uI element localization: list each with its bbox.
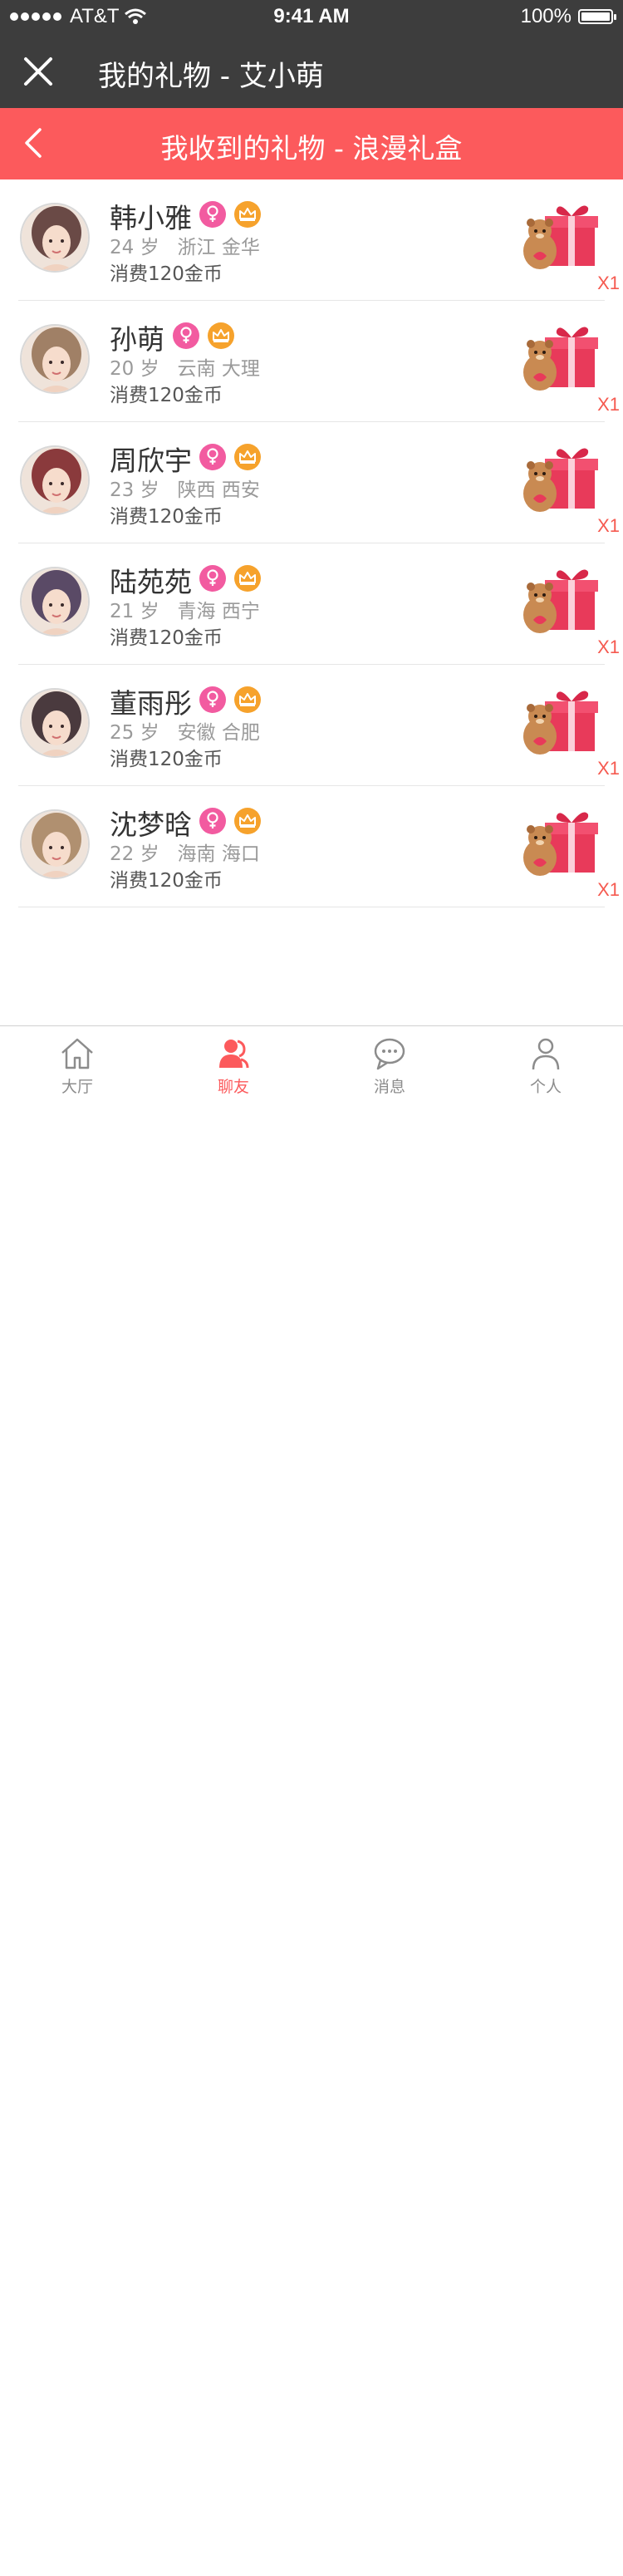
sub-header-title: 我收到的礼物 - 浪漫礼盒 (160, 132, 463, 165)
user-name: 沈梦晗 (110, 809, 192, 841)
gift-quantity: X1 (597, 758, 620, 779)
avatar[interactable] (20, 203, 90, 273)
battery-info: 100% (520, 5, 616, 28)
user-badges (199, 565, 261, 592)
user-info: 21 岁 青海 西宁 (110, 595, 260, 623)
close-icon[interactable] (23, 57, 53, 86)
user-location: 青海 西宁 (177, 601, 260, 622)
gift-quantity: X1 (597, 879, 620, 900)
gift-row[interactable]: 周欣宇 23 岁 陕西 西安 消费120金币 X1 (0, 422, 623, 543)
user-info: 22 岁 海南 海口 (110, 838, 260, 866)
gift-row[interactable]: 董雨彤 25 岁 安徽 合肥 消费120金币 X1 (0, 665, 623, 786)
gift-row[interactable]: 韩小雅 24 岁 浙江 金华 消费120金币 X1 (0, 179, 623, 301)
user-badges (173, 322, 234, 349)
tab-person[interactable]: 个人 (496, 1035, 596, 1097)
coins-spent: 消费120金币 (110, 749, 223, 770)
sub-header: 我收到的礼物 - 浪漫礼盒 (0, 108, 623, 179)
tab-label: 聊友 (217, 1078, 249, 1096)
crown-icon (208, 322, 234, 349)
user-name: 韩小雅 (110, 202, 192, 234)
avatar[interactable] (20, 688, 90, 758)
user-location: 海南 海口 (177, 843, 260, 865)
female-icon (199, 201, 226, 228)
gift-box-icon (515, 562, 606, 645)
user-info: 20 岁 云南 大理 (110, 352, 260, 381)
coins-spent: 消费120金币 (110, 627, 223, 649)
user-info: 23 岁 陕西 西安 (110, 474, 260, 502)
female-icon (173, 322, 199, 349)
user-location: 安徽 合肥 (177, 722, 260, 744)
gift-row[interactable]: 陆苑苑 21 岁 青海 西宁 消费120金币 X1 (0, 543, 623, 665)
tab-bar: 大厅 聊友 消息 个人 (0, 1025, 623, 1109)
user-name: 董雨彤 (110, 687, 192, 720)
user-info: 25 岁 安徽 合肥 (110, 716, 260, 745)
gift-quantity: X1 (597, 637, 620, 657)
tab-label: 大厅 (61, 1078, 93, 1096)
battery-label: 100% (520, 5, 571, 27)
user-age: 22 岁 (110, 843, 159, 865)
coins-spent: 消费120金币 (110, 263, 223, 285)
avatar[interactable] (20, 809, 90, 879)
gift-quantity: X1 (597, 515, 620, 536)
crown-icon (234, 444, 261, 470)
user-badges (199, 201, 261, 228)
home-icon (61, 1038, 93, 1069)
tab-home[interactable]: 大厅 (27, 1035, 127, 1097)
avatar[interactable] (20, 324, 90, 394)
crown-icon (234, 565, 261, 592)
user-age: 23 岁 (110, 479, 159, 501)
gift-box-icon (515, 804, 606, 887)
coins-spent: 消费120金币 (110, 870, 223, 892)
coins-spent: 消费120金币 (110, 506, 223, 528)
user-age: 25 岁 (110, 722, 159, 744)
user-badges (199, 444, 261, 470)
tab-message[interactable]: 消息 (340, 1035, 439, 1097)
user-age: 20 岁 (110, 358, 159, 380)
user-name: 陆苑苑 (110, 566, 192, 598)
tab-label: 消息 (373, 1078, 405, 1096)
user-age: 21 岁 (110, 601, 159, 622)
user-location: 陕西 西安 (177, 479, 260, 501)
status-bar: AT&T 9:41 AM 100% (0, 0, 623, 33)
female-icon (199, 686, 226, 713)
user-badges (199, 686, 261, 713)
gift-box-icon (515, 319, 606, 402)
avatar[interactable] (20, 445, 90, 515)
avatar[interactable] (20, 567, 90, 637)
gift-quantity: X1 (597, 394, 620, 415)
user-badges (199, 808, 261, 834)
tab-label: 个人 (529, 1078, 562, 1096)
user-name: 孙萌 (110, 323, 164, 356)
tab-friends[interactable]: 聊友 (184, 1035, 283, 1097)
user-age: 24 岁 (110, 237, 159, 258)
gift-row[interactable]: 沈梦晗 22 岁 海南 海口 消费120金币 X1 (0, 786, 623, 907)
user-info: 24 岁 浙江 金华 (110, 231, 260, 259)
gift-box-icon (515, 683, 606, 766)
crown-icon (234, 201, 261, 228)
female-icon (199, 808, 226, 834)
friends-icon (219, 1040, 249, 1069)
battery-icon (578, 9, 616, 24)
gift-row[interactable]: 孙萌 20 岁 云南 大理 消费120金币 X1 (0, 301, 623, 422)
gift-list: 韩小雅 24 岁 浙江 金华 消费120金币 X1 孙萌 20 岁 云南 大理 … (0, 179, 623, 907)
user-location: 浙江 金华 (177, 237, 260, 258)
female-icon (199, 565, 226, 592)
female-icon (199, 444, 226, 470)
coins-spent: 消费120金币 (110, 385, 223, 406)
message-icon (374, 1038, 405, 1070)
user-name: 周欣宇 (110, 445, 192, 477)
user-location: 云南 大理 (177, 358, 260, 380)
gift-box-icon (515, 440, 606, 524)
title-bar: 我的礼物 - 艾小萌 (0, 33, 623, 108)
gift-box-icon (515, 198, 606, 281)
gift-quantity: X1 (597, 273, 620, 293)
crown-icon (234, 808, 261, 834)
person-icon (532, 1038, 560, 1070)
page-title: 我的礼物 - 艾小萌 (98, 60, 324, 93)
crown-icon (234, 686, 261, 713)
